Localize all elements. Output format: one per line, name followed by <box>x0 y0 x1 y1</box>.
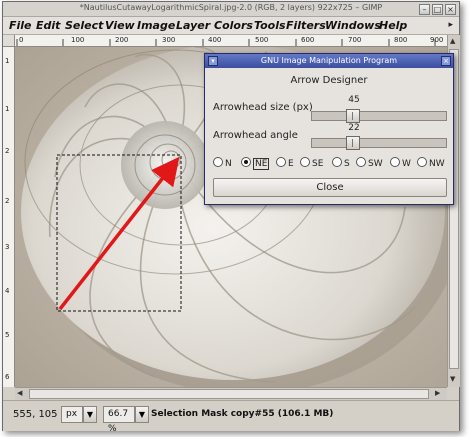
menu-colors[interactable]: Colors <box>214 19 253 32</box>
arrowhead-angle-slider-thumb[interactable] <box>345 136 360 150</box>
v-ruler-tick: 5 <box>5 331 10 339</box>
menubar: File Edit Select View Image Layer Colors… <box>3 17 459 35</box>
direction-radio-n[interactable]: N <box>213 157 232 169</box>
arrowhead-size-slider[interactable] <box>311 109 447 123</box>
arrowhead-size-label: Arrowhead size (px) <box>213 102 313 113</box>
dialog-heading: Arrow Designer <box>290 75 368 86</box>
dialog-titlebar[interactable]: GNU Image Manipulation Program ▾ × <box>205 54 453 68</box>
arrow-designer-dialog: GNU Image Manipulation Program ▾ × Arrow… <box>204 53 454 205</box>
horizontal-scroll-thumb[interactable] <box>29 389 429 399</box>
arrowhead-angle-label: Arrowhead angle <box>213 130 298 141</box>
v-ruler-tick: 6 <box>5 373 10 381</box>
arrowhead-angle-slider[interactable] <box>311 136 447 150</box>
menu-filters[interactable]: Filters <box>286 19 326 32</box>
zoom-field[interactable]: 66.7 % <box>103 406 135 434</box>
horizontal-scrollbar[interactable]: ◀ ▶ <box>15 387 447 400</box>
v-ruler-tick: 4 <box>5 287 10 295</box>
dialog-menu-icon[interactable]: ▾ <box>208 56 218 66</box>
direction-radio-s[interactable]: S <box>332 157 350 169</box>
scroll-left-icon[interactable]: ◀ <box>17 389 22 397</box>
horizontal-ruler[interactable]: 0 100 200 300 400 500 600 700 800 900 <box>15 35 447 47</box>
v-ruler-tick: 1 <box>5 105 10 113</box>
dialog-close-icon[interactable]: × <box>441 56 451 66</box>
menu-select[interactable]: Select <box>65 19 103 32</box>
arrowhead-angle-value: 22 <box>348 123 360 133</box>
vertical-ruler[interactable]: 1 1 2 2 3 4 5 6 <box>3 47 15 387</box>
v-ruler-tick: 2 <box>5 197 10 205</box>
unit-select[interactable]: px <box>61 406 83 423</box>
v-ruler-tick: 1 <box>5 57 10 65</box>
close-button[interactable]: Close <box>213 178 447 197</box>
menu-help[interactable]: Help <box>379 19 407 32</box>
menu-view[interactable]: View <box>105 19 135 32</box>
dialog-title: GNU Image Manipulation Program <box>260 56 398 65</box>
direction-radio-nw[interactable]: NW <box>417 157 445 169</box>
status-bar: 555, 105 px ▼ 66.7 % ▼ Selection Mask co… <box>3 400 459 434</box>
direction-radio-e[interactable]: E <box>276 157 294 169</box>
ruler-corner[interactable] <box>3 35 15 47</box>
menu-overflow-icon[interactable]: ▸ <box>448 20 453 30</box>
arrowhead-size-value: 45 <box>348 95 360 105</box>
close-window-icon[interactable]: × <box>445 4 456 15</box>
v-ruler-tick: 2 <box>5 147 10 155</box>
v-ruler-tick: 3 <box>5 243 10 251</box>
scroll-right-icon[interactable]: ▶ <box>435 389 440 397</box>
direction-radio-sw[interactable]: SW <box>356 157 383 169</box>
direction-radio-se[interactable]: SE <box>300 157 323 169</box>
scroll-down-icon[interactable]: ▼ <box>450 375 455 383</box>
maximize-icon[interactable]: □ <box>432 4 443 15</box>
menu-file[interactable]: File <box>9 19 32 32</box>
direction-radio-w[interactable]: W <box>390 157 411 169</box>
unit-dropdown-icon[interactable]: ▼ <box>83 406 97 423</box>
minimize-icon[interactable]: – <box>419 4 430 15</box>
zoom-dropdown-icon[interactable]: ▼ <box>135 406 149 423</box>
arrowhead-size-slider-thumb[interactable] <box>345 109 360 123</box>
menu-layer[interactable]: Layer <box>176 19 210 32</box>
status-message: Selection Mask copy#55 (106.1 MB) <box>151 409 334 419</box>
menu-windows[interactable]: Windows <box>325 19 381 32</box>
menu-image[interactable]: Image <box>137 19 175 32</box>
menu-tools[interactable]: Tools <box>254 19 286 32</box>
menu-edit[interactable]: Edit <box>36 19 60 32</box>
window-title: *NautilusCutawayLogarithmicSpiral.jpg-2.… <box>79 3 383 12</box>
direction-radio-ne[interactable]: NE <box>241 157 270 170</box>
scroll-up-icon[interactable]: ▲ <box>450 37 455 45</box>
window-titlebar[interactable]: *NautilusCutawayLogarithmicSpiral.jpg-2.… <box>3 2 459 17</box>
pointer-coordinates: 555, 105 <box>13 409 58 420</box>
